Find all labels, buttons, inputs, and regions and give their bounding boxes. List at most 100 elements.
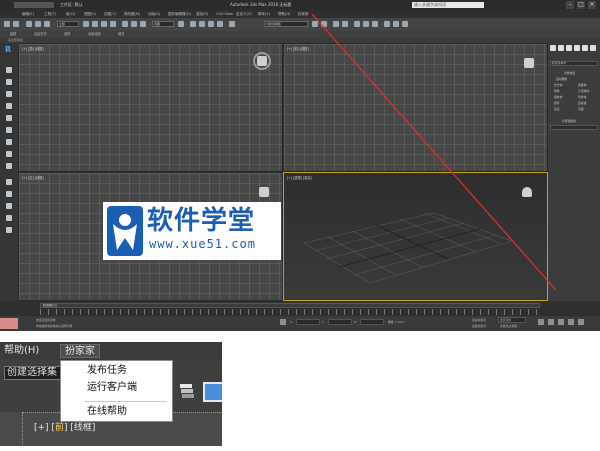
viewport-left-label[interactable]: [+] [左] [线框] [22, 175, 44, 180]
menu-tools[interactable]: 工具(T) [44, 10, 56, 18]
ribbon-tab-freeform[interactable]: 自由形式 [34, 31, 47, 38]
camera-icon[interactable] [6, 179, 12, 185]
angle-snap-icon[interactable] [199, 21, 205, 27]
menu-views[interactable]: 视图(V) [84, 10, 96, 18]
schematic-view-icon[interactable] [363, 21, 369, 27]
object-sphere-button[interactable]: 球体 [554, 89, 560, 93]
render-setup-icon[interactable] [384, 21, 390, 27]
menu-group[interactable]: 组(G) [66, 10, 75, 18]
menu-graph-editors[interactable]: 图形编辑器(D) [168, 10, 191, 18]
object-geosphere-button[interactable]: 几何球体 [578, 89, 589, 93]
menu-help[interactable]: 帮助(H) [278, 10, 290, 18]
object-cylinder-button[interactable]: 圆柱体 [554, 95, 562, 99]
redo-icon[interactable] [13, 21, 19, 27]
set-key-button[interactable]: 设置关键点 [472, 324, 486, 328]
move-icon[interactable] [122, 21, 128, 27]
reference-coordinate-dropdown[interactable]: 视图 [152, 21, 174, 27]
z-coordinate-field[interactable] [360, 319, 384, 325]
workspace-label[interactable]: 工作区: 默认 [60, 0, 83, 10]
menu-create[interactable]: 创建(C) [104, 10, 116, 18]
share-icon[interactable] [6, 227, 12, 233]
layer-stack-icon[interactable] [178, 382, 196, 400]
autogrid-checkbox[interactable]: 自动栅格 [556, 77, 567, 81]
pan-icon[interactable] [558, 319, 564, 325]
object-name-field[interactable] [550, 125, 598, 130]
lock-selection-icon[interactable] [280, 319, 286, 325]
display-tab-icon[interactable] [582, 45, 588, 51]
motion-icon[interactable] [6, 103, 12, 109]
menu-customize[interactable]: 自定义(U) [236, 10, 252, 18]
key-filters-button[interactable]: 关键点过滤器... [500, 324, 519, 328]
close-icon[interactable]: × [588, 1, 596, 9]
unlink-icon[interactable] [35, 21, 41, 27]
object-teapot-button[interactable]: 茶壶 [554, 107, 560, 111]
material-editor-icon[interactable] [372, 21, 378, 27]
search-input[interactable]: 键入关键字或短语 [412, 2, 484, 8]
modify-tab-icon[interactable] [558, 45, 564, 51]
helper-icon[interactable] [6, 191, 12, 197]
menu-rendering[interactable]: 渲染(R) [196, 10, 208, 18]
display-icon[interactable] [6, 115, 12, 121]
viewport-front[interactable]: [+] [前] [线框] [283, 43, 548, 172]
selected-dropdown[interactable]: 选定对象 [498, 317, 526, 323]
select-object-icon[interactable] [83, 21, 89, 27]
object-plane-button[interactable]: 平面 [578, 107, 584, 111]
rotate-icon[interactable] [131, 21, 137, 27]
bind-spacewarp-icon[interactable] [44, 21, 50, 27]
motion-tab-icon[interactable] [574, 45, 580, 51]
window-crossing-icon[interactable] [110, 21, 116, 27]
maximize-icon[interactable]: □ [577, 1, 585, 9]
rollout-name-color[interactable]: 名称和颜色 [562, 119, 576, 123]
viewport-perspective[interactable]: [+] [透视] [真实] [283, 172, 548, 301]
maximize-viewport-icon[interactable] [578, 319, 584, 325]
y-coordinate-field[interactable] [328, 319, 352, 325]
ribbon-tab-modeling[interactable]: 建模 [10, 31, 16, 38]
viewport-top-label[interactable]: [+] [顶] [线框] [22, 46, 44, 51]
object-cone-button[interactable]: 圆锥体 [578, 83, 586, 87]
minimize-icon[interactable]: – [566, 1, 574, 9]
object-tube-button[interactable]: 管状体 [578, 95, 586, 99]
utilities-icon[interactable] [6, 127, 12, 133]
mirror-icon[interactable] [312, 21, 318, 27]
menu-modifiers[interactable]: 修改器(M) [124, 10, 140, 18]
menu-help[interactable]: 帮助(H) [0, 344, 43, 358]
menu-banjiajia[interactable]: 扮家家 [60, 344, 100, 358]
light-icon[interactable] [6, 163, 12, 169]
menu-banjiajia[interactable]: 扮家家 [298, 10, 309, 18]
menu-item-online-help[interactable]: 在线帮助 [87, 405, 127, 419]
menu-item-publish-task[interactable]: 发布任务 [87, 364, 127, 378]
graphite-ribbon-icon[interactable] [203, 382, 222, 402]
viewcube-icon[interactable] [524, 58, 534, 68]
heart-icon[interactable] [6, 215, 12, 221]
edit-named-selection-icon[interactable] [229, 21, 235, 27]
hierarchy-tab-icon[interactable] [566, 45, 572, 51]
rendered-frame-window-icon[interactable] [393, 21, 399, 27]
quick-access-toolbar[interactable] [14, 2, 54, 8]
menu-item-run-client[interactable]: 运行客户端 [87, 381, 137, 395]
menu-animation[interactable]: 动画(A) [148, 10, 160, 18]
star-icon[interactable] [6, 203, 12, 209]
maxscript-listener[interactable] [0, 318, 18, 329]
object-torus-button[interactable]: 圆环 [554, 101, 560, 105]
create-icon[interactable] [6, 67, 12, 73]
primitive-category-dropdown[interactable]: 标准基本体 [550, 61, 598, 66]
menu-civil-view[interactable]: Civil View [216, 10, 233, 18]
auto-key-button[interactable]: 自动关键点 [472, 318, 486, 322]
menu-scripting[interactable]: 脚本(S) [258, 10, 270, 18]
modify-icon[interactable] [6, 79, 12, 85]
select-by-name-icon[interactable] [92, 21, 98, 27]
ribbon-tab-populate[interactable]: 填充 [118, 31, 124, 38]
scale-icon[interactable] [140, 21, 146, 27]
ribbon-tab-object-paint[interactable]: 对象绘制 [88, 31, 101, 38]
hierarchy-icon[interactable] [6, 91, 12, 97]
track-bar[interactable] [40, 309, 540, 315]
viewport-top[interactable]: [+] [顶] [线框] [18, 43, 283, 172]
orbit-icon[interactable] [568, 319, 574, 325]
rectangular-selection-icon[interactable] [101, 21, 107, 27]
layer-manager-icon[interactable] [333, 21, 339, 27]
utilities-tab-icon[interactable] [590, 45, 596, 51]
named-selection-set-dropdown[interactable]: 创建选择集 [264, 21, 308, 27]
ribbon-tab-selection[interactable]: 选择 [64, 31, 70, 38]
x-coordinate-field[interactable] [296, 319, 320, 325]
menu-edit[interactable]: 编辑(E) [22, 10, 34, 18]
